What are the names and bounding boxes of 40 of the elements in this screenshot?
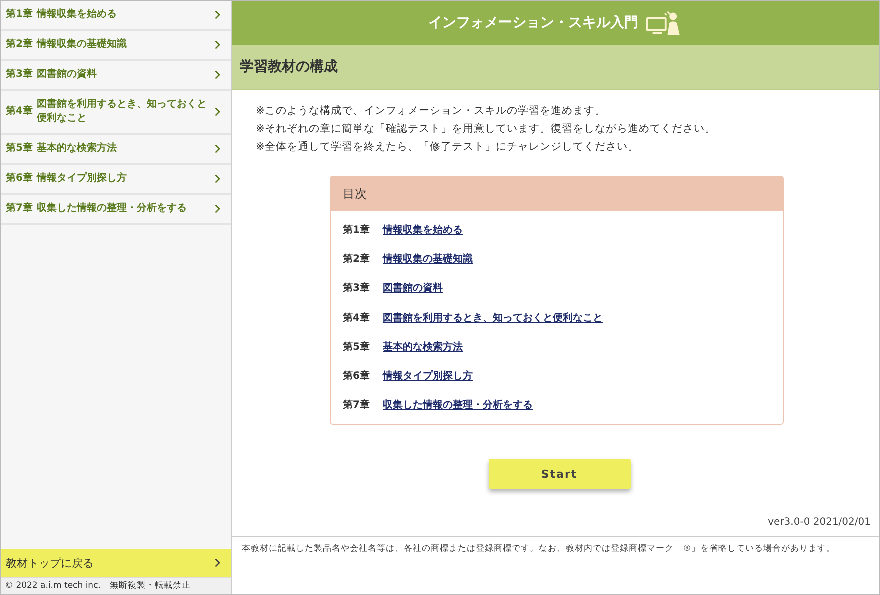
chapter-number: 第2章 <box>343 252 371 266</box>
sidebar-item[interactable]: 第2章 情報収集の基礎知識 <box>1 31 231 61</box>
copyright-text: © 2022 a.i.m tech inc. 無断複製・転載禁止 <box>1 577 231 594</box>
toc-title: 目次 <box>331 177 783 211</box>
chapter-link[interactable]: 基本的な検索方法 <box>383 340 463 354</box>
chevron-right-icon <box>215 107 221 117</box>
site-title: インフォメーション・スキル入門 <box>428 14 638 32</box>
sidebar-item[interactable]: 第1章 情報収集を始める <box>1 1 231 31</box>
chapter-number: 第7章 <box>343 398 371 412</box>
chapter-link[interactable]: 図書館を利用するとき、知っておくと便利なこと <box>383 310 603 325</box>
chapter-link[interactable]: 図書館の資料 <box>383 281 443 296</box>
version-text: ver3.0-0 2021/02/01 <box>767 517 871 530</box>
chapter-number: 第6章 <box>343 369 371 384</box>
chevron-right-icon <box>215 144 221 154</box>
chevron-right-icon <box>215 10 221 20</box>
start-button[interactable]: Start <box>488 459 630 490</box>
note-text: ※このような構成で、インフォメーション・スキルの学習を進めます。 <box>256 104 607 119</box>
person-at-computer-icon <box>644 9 682 37</box>
note-text: ※それぞれの章に簡単な「確認テスト」を用意しています。復習をしながら進めてください。 <box>256 122 717 137</box>
note-text: ※全体を通して学習を終えたら、「修了テスト」にチャレンジしてください。 <box>256 140 640 155</box>
sidebar-item[interactable]: 第3章 図書館の資料 <box>1 61 231 91</box>
chevron-right-icon <box>215 70 221 80</box>
sidebar-item[interactable]: 第5章 基本的な検索方法 <box>1 135 231 165</box>
chapter-number: 第3章 <box>343 281 371 296</box>
chapter-link[interactable]: 収集した情報の整理・分析をする <box>383 398 533 412</box>
sidebar-item[interactable]: 第7章 収集した情報の整理・分析をする <box>1 195 231 225</box>
sidebar-item[interactable]: 第6章 情報タイプ別探し方 <box>1 165 231 195</box>
chapter-link[interactable]: 情報タイプ別探し方 <box>383 369 473 384</box>
chapter-number: 第4章 <box>343 311 371 325</box>
chapter-number: 第1章 <box>343 223 371 237</box>
chapter-number: 第5章 <box>343 340 371 354</box>
page-title: 学習教材の構成 <box>232 45 879 90</box>
chevron-right-icon <box>215 40 221 50</box>
chevron-right-icon <box>215 558 221 568</box>
chapter-link[interactable]: 情報収集を始める <box>383 222 463 237</box>
chevron-right-icon <box>215 174 221 184</box>
trademark-note: 本教材に記載した製品名や会社名等は、各社の商標または登録商標です。なお、教材内では登録商標マーク「®」を省略している場合があります。 <box>242 544 836 554</box>
chevron-right-icon <box>215 204 221 214</box>
back-to-top-link[interactable]: 教材トップに戻る <box>1 549 231 577</box>
chapter-link[interactable]: 情報収集の基礎知識 <box>383 252 473 266</box>
